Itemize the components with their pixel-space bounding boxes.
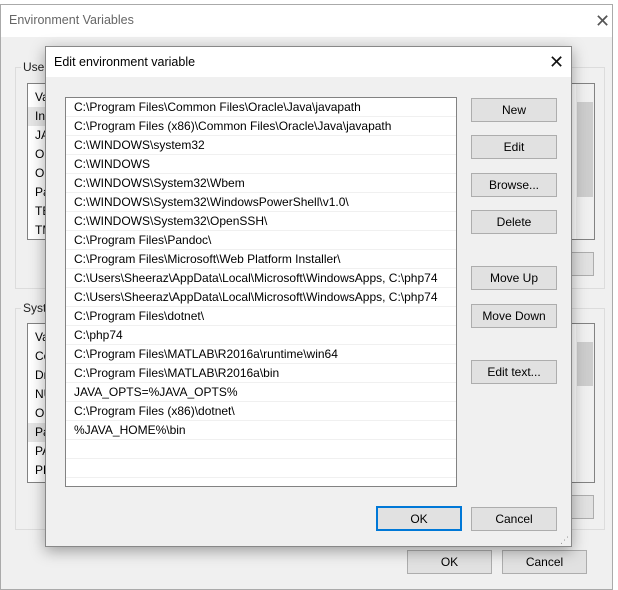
- edit-text-button[interactable]: Edit text...: [471, 360, 557, 384]
- path-list-item[interactable]: [66, 478, 456, 486]
- path-list-item[interactable]: C:\WINDOWS\System32\WindowsPowerShell\v1…: [66, 193, 456, 212]
- resize-grip-icon[interactable]: ⋰: [560, 535, 569, 546]
- close-icon[interactable]: ✕: [595, 12, 610, 30]
- path-list-item[interactable]: C:\Users\Sheeraz\AppData\Local\Microsoft…: [66, 288, 456, 307]
- path-list-item[interactable]: C:\WINDOWS\System32\Wbem: [66, 174, 456, 193]
- path-list-item[interactable]: JAVA_OPTS=%JAVA_OPTS%: [66, 383, 456, 402]
- path-list-item[interactable]: C:\Program Files\dotnet\: [66, 307, 456, 326]
- browse-button[interactable]: Browse...: [471, 173, 557, 197]
- cancel-button[interactable]: Cancel: [471, 507, 557, 531]
- path-list-item[interactable]: C:\Program Files\MATLAB\R2016a\bin: [66, 364, 456, 383]
- title-bar: Environment Variables ✕: [1, 5, 612, 37]
- scrollbar[interactable]: [576, 324, 594, 482]
- move-up-button[interactable]: Move Up: [471, 266, 557, 290]
- dialog-title: Edit environment variable: [54, 55, 196, 69]
- path-list-item[interactable]: C:\Program Files\Pandoc\: [66, 231, 456, 250]
- new-button[interactable]: New: [471, 98, 557, 122]
- scroll-thumb[interactable]: [577, 102, 593, 197]
- path-list-item[interactable]: C:\WINDOWS\system32: [66, 136, 456, 155]
- path-list-item[interactable]: C:\Program Files\Microsoft\Web Platform …: [66, 250, 456, 269]
- ok-button[interactable]: OK: [376, 506, 462, 531]
- outer-ok-button[interactable]: OK: [407, 550, 492, 574]
- outer-cancel-button[interactable]: Cancel: [502, 550, 587, 574]
- path-list-item[interactable]: C:\WINDOWS\System32\OpenSSH\: [66, 212, 456, 231]
- path-list-item[interactable]: C:\Program Files\MATLAB\R2016a\runtime\w…: [66, 345, 456, 364]
- delete-button[interactable]: Delete: [471, 210, 557, 234]
- path-list-item[interactable]: C:\WINDOWS: [66, 155, 456, 174]
- move-down-button[interactable]: Move Down: [471, 304, 557, 328]
- path-list-item[interactable]: [66, 440, 456, 459]
- path-list-item[interactable]: %JAVA_HOME%\bin: [66, 421, 456, 440]
- path-list[interactable]: C:\Program Files\Common Files\Oracle\Jav…: [65, 97, 457, 487]
- scrollbar[interactable]: [576, 84, 594, 239]
- path-list-item[interactable]: [66, 459, 456, 478]
- edit-button[interactable]: Edit: [471, 135, 557, 159]
- window-title: Environment Variables: [9, 13, 134, 27]
- edit-environment-variable-dialog: Edit environment variable ✕ C:\Program F…: [45, 46, 572, 547]
- path-list-item[interactable]: C:\Program Files (x86)\dotnet\: [66, 402, 456, 421]
- path-list-item[interactable]: C:\php74: [66, 326, 456, 345]
- path-list-item[interactable]: C:\Users\Sheeraz\AppData\Local\Microsoft…: [66, 269, 456, 288]
- path-list-item[interactable]: C:\Program Files (x86)\Common Files\Orac…: [66, 117, 456, 136]
- close-icon[interactable]: ✕: [549, 53, 564, 71]
- scroll-thumb[interactable]: [577, 342, 593, 386]
- path-list-item[interactable]: C:\Program Files\Common Files\Oracle\Jav…: [66, 98, 456, 117]
- dialog-title-bar: Edit environment variable ✕: [46, 47, 571, 77]
